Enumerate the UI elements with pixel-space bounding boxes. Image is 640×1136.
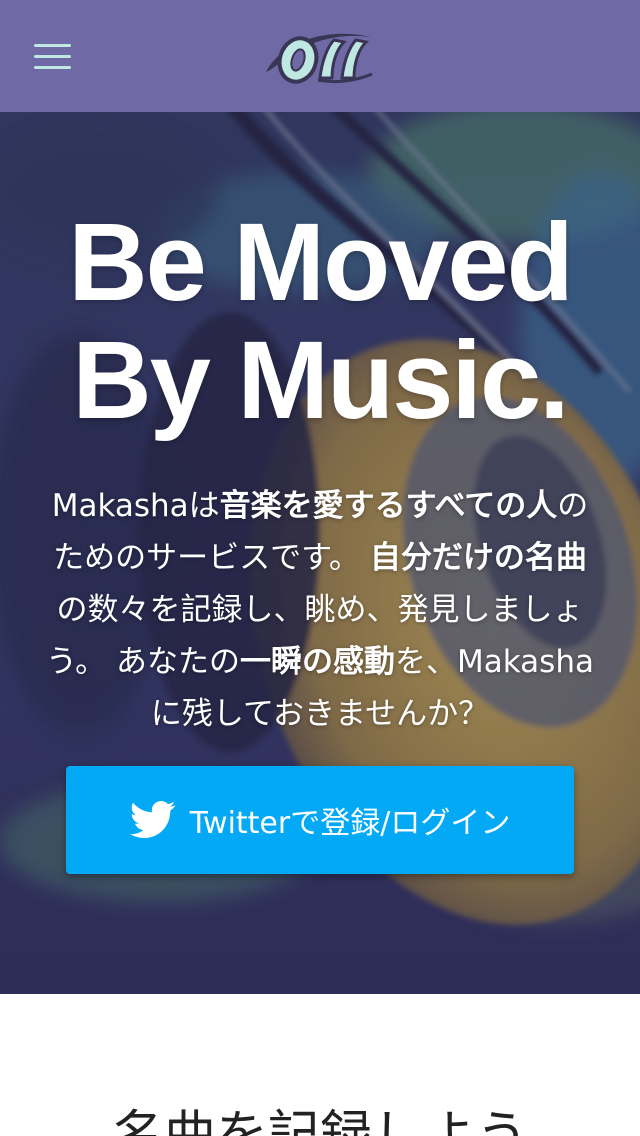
hero-section: Be Moved By Music. Makashaは音楽を愛するすべての人のた… [0, 112, 640, 994]
hero-content: Be Moved By Music. Makashaは音楽を愛するすべての人のた… [0, 112, 640, 994]
hero-title: Be Moved By Music. [0, 204, 640, 440]
desc-part-2: は [188, 488, 220, 524]
hero-title-line2: By Music. [72, 319, 569, 442]
twitter-bird-icon [129, 801, 175, 839]
record-section: 名曲を記録しよう [0, 994, 640, 1136]
section-title: 名曲を記録しよう [111, 1106, 528, 1136]
desc-bold-3: 一瞬の感動 [240, 644, 396, 680]
desc-bold-2: 自分だけの名曲 [369, 540, 587, 576]
app-header [0, 0, 640, 112]
hamburger-menu-icon[interactable] [34, 38, 74, 74]
desc-part-1: Makasha [51, 488, 189, 524]
twitter-login-label: Twitterで登録/ログイン [189, 806, 511, 841]
makasha-logo[interactable] [262, 20, 378, 92]
desc-bold-1: 音楽を愛するすべての人 [219, 488, 558, 524]
twitter-login-button[interactable]: Twitterで登録/ログイン [66, 766, 574, 874]
hero-title-line1: Be Moved [68, 201, 574, 324]
hero-description: Makashaは音楽を愛するすべての人のためのサービスです。 自分だけの名曲の数… [44, 480, 596, 740]
